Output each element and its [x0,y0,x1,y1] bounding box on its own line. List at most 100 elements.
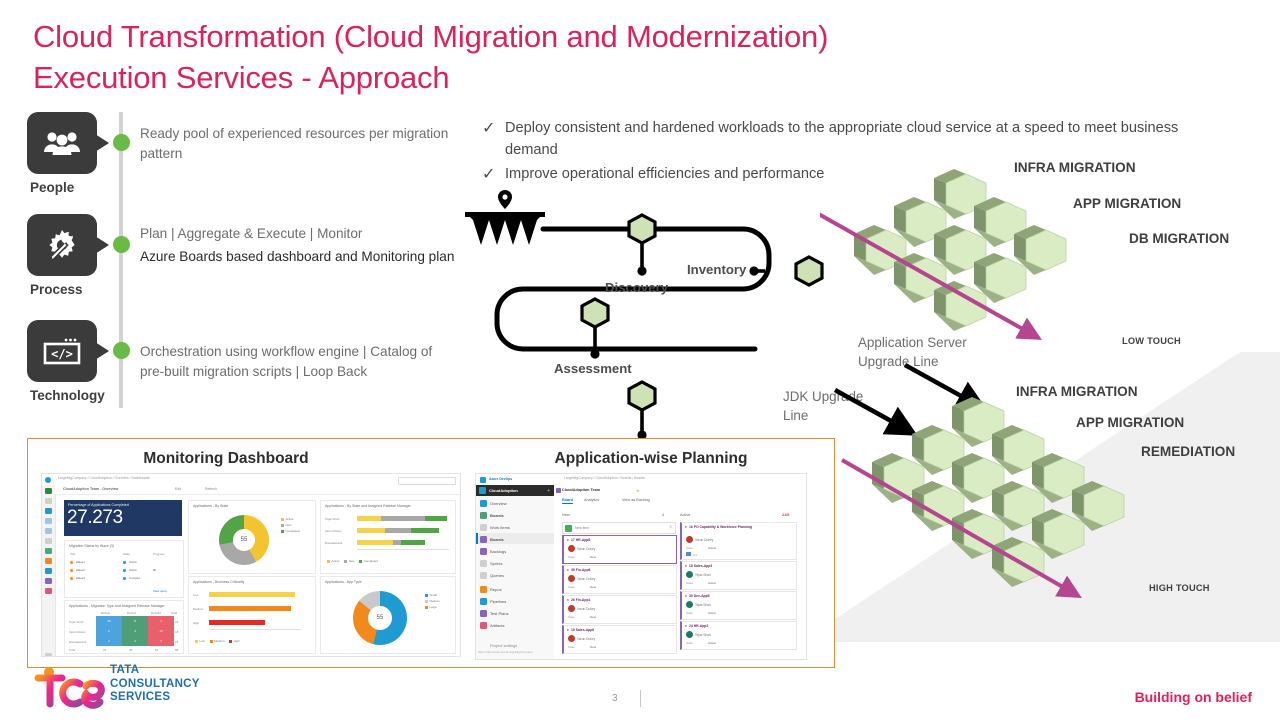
card-assignee: Varun Dubey [577,637,596,641]
new-item-label: New item [575,525,590,530]
card-extra: 0/1 [693,553,698,557]
flow-label-discovery: Discovery [605,280,669,295]
pillar-beak [95,134,109,152]
tcs-word-services: SERVICES [110,691,171,704]
high-touch-label-remediation: REMEDIATION [1141,444,1236,459]
app-type-card: Applications - App Type 55 Small Medium … [320,576,456,654]
ado-project-name[interactable]: CloudAdoption [489,488,518,493]
board-card[interactable]: ♦ 26 Fin-App1 Varun Dubey State New [562,595,677,624]
nav-work-items[interactable]: Work items [490,525,510,530]
matrix-cell: 44 [96,616,122,626]
legend-completed: Completed [363,559,378,563]
card-state: New [590,645,597,649]
legend-new: New [285,523,292,527]
dashboard-left-rail [42,485,56,656]
nav-repos[interactable]: Repos [490,587,502,592]
card-id: 19 Sales-App6 [571,628,595,632]
card-id: 26 Fin-App1 [571,598,591,602]
high-touch-label-app: APP MIGRATION [1076,415,1185,430]
nav-artifacts[interactable]: Artifacts [490,623,504,628]
matrix-col: Total [171,611,178,615]
avatar [568,605,575,612]
screenshots-frame: Monitoring Dashboard Application-wise Pl… [27,438,835,668]
pillar-process[interactable]: Process Plan | Aggregate & Execute | Mon… [27,214,454,302]
card-state: Active [708,546,717,550]
project-avatar-icon [479,487,486,494]
board-card[interactable]: ♦ 24 HR-App3 Tejas Shah State Active [680,621,797,650]
matrix-total: 26 [103,648,107,652]
matrix-total-label: Total [69,648,76,652]
avatar [686,536,693,543]
dashboard-edit-button[interactable]: Edit [175,487,181,491]
pipelines-icon [480,598,487,605]
avatar [686,571,693,578]
pillar-people[interactable]: People Ready pool of experienced resourc… [27,112,448,200]
card-assignee: Varun Dubey [577,547,596,551]
search-icon[interactable]: ⚲ [669,525,672,529]
nav-boards[interactable]: Boards [490,513,504,518]
board-card[interactable]: ♦ 16 PO Capability & Workforce Planning … [680,522,797,560]
nav-pipelines[interactable]: Pipelines [490,599,506,604]
bullet-text: Improve operational efficiencies and per… [505,165,825,182]
wave-status-card: Migration Status by Wave (3) Title State… [64,540,184,598]
add-icon[interactable]: + [547,488,550,494]
matrix-total: 24 [175,620,179,624]
monitoring-dashboard-screenshot[interactable]: LargeMigCompany / CloudAdoption / Overvi… [41,473,461,657]
card-assignee: Tejas Shah [695,633,711,637]
tab-analytics[interactable]: Analytics [584,498,599,502]
planning-screenshot[interactable]: Azure DevOps LargeMigCompany / CloudAdop… [475,473,807,660]
nav-queries[interactable]: Queries [490,573,504,578]
people-tile [27,112,97,174]
board-card[interactable]: ♦ 39 Dev-App5 Tejas Shah State Active [680,591,797,620]
wave-row-state: Active [129,568,137,572]
board-title: CloudAdoption Team [562,488,601,492]
legend-high: High [233,639,240,643]
board-card[interactable]: ♦ 35 Fin-App6 Varun Dubey State New [562,565,677,594]
pillar-label-technology: Technology [30,388,105,403]
tab-board[interactable]: Board [562,498,573,504]
low-touch-label-app: APP MIGRATION [1073,196,1182,211]
boards-icon [480,536,487,543]
legend-new: New [348,559,355,563]
overview-icon [480,500,487,507]
pillar-text-technology: Orchestration using workflow engine | Ca… [140,344,433,379]
wave-view-query-link[interactable]: View query [153,589,167,593]
pillar-label-people: People [30,180,75,195]
column-header-active: Active [680,513,691,517]
board-card[interactable]: ♦ 18 Sales-App3 Tejas Shah State Active [680,561,797,590]
pillar-text-process-primary: Plan | Aggregate & Execute | Monitor [140,226,363,241]
nav-sprints[interactable]: Sprints [490,561,502,566]
pillar-dot-people [113,134,130,151]
tcs-wordmark: TATA CONSULTANCY SERVICES [110,664,200,705]
planning-panel-title: Application-wise Planning [554,450,748,467]
view-as-backlog-button[interactable]: View as Backlog [622,498,650,502]
nav-test-plans[interactable]: Test Plans [490,611,508,616]
board-card[interactable]: ♦ 17 HR-App8 Varun Dubey State New [562,535,677,564]
artifacts-icon [480,622,487,629]
criticality-bar-low [209,592,295,597]
people-icon [43,130,81,156]
favorite-star-icon[interactable]: ★ [636,488,640,493]
board-card[interactable]: ♦ 19 Sales-App6 Varun Dubey State New [562,625,677,654]
pillar-technology[interactable]: </> Technology Orchestration using workf… [27,320,447,408]
stacked-row: Varun Dubey [325,529,342,533]
dashboard-refresh-button[interactable]: Refresh [205,487,217,491]
process-tile [27,214,97,276]
nav-backlogs[interactable]: Backlogs [490,549,506,554]
new-item-button[interactable]: New item ⚲ [562,522,676,534]
footer-divider [640,690,641,707]
dashboard-toolbar-title: CloudAdoption Team - Overview [63,486,119,491]
nav-boards-active[interactable]: Boards [490,537,504,542]
card-state: Active [708,611,717,615]
pillar-beak [95,236,109,254]
nav-project-settings[interactable]: Project settings [490,643,517,648]
card-assignee: Varun Dubey [577,607,596,611]
dashboard-breadcrumb: LargeMigCompany / CloudAdoption / Overvi… [58,476,150,480]
ado-sidebar: CloudAdoption + Overview Boards Work ite… [476,485,556,659]
dashboard-search-input[interactable] [398,476,456,485]
high-touch-label-infra: INFRA MIGRATION [1016,384,1138,399]
legend-active: Active [285,517,294,521]
nav-overview[interactable]: Overview [490,501,507,506]
funnel-pin-icon [465,190,545,245]
matrix-total: 16 [175,640,179,644]
